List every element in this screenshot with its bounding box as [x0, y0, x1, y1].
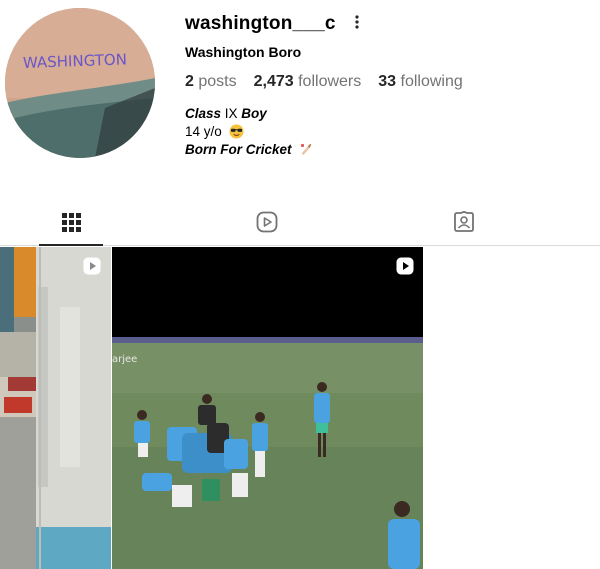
- tab-reels[interactable]: [235, 199, 299, 245]
- bio-line-3: Born For Cricket: [185, 141, 313, 159]
- profile-bio: Class IX Boy 14 y/o Born For Cricket: [185, 105, 313, 159]
- bio-line-1: Class IX Boy: [185, 105, 313, 123]
- bio-line-2: 14 y/o: [185, 123, 313, 141]
- bio-cricket: Born For Cricket: [185, 142, 292, 157]
- post-2-image: [112, 247, 423, 569]
- tab-tagged[interactable]: [432, 199, 496, 245]
- tagged-icon: [454, 211, 474, 232]
- reels-icon: [256, 211, 278, 233]
- post-thumbnail[interactable]: [0, 247, 111, 569]
- followers-count: 2,473: [253, 73, 294, 90]
- following-stat[interactable]: 33 following: [378, 73, 463, 91]
- posts-stat[interactable]: 2 posts: [185, 73, 237, 91]
- following-count: 33: [378, 73, 397, 90]
- profile-username: washington___c: [185, 13, 336, 34]
- profile-stats: 2 posts 2,473 followers 33 following: [185, 73, 463, 91]
- followers-stat[interactable]: 2,473 followers: [254, 73, 362, 91]
- followers-label: followers: [298, 73, 362, 90]
- reel-icon: [396, 257, 414, 275]
- avatar-handwriting: WASHINGTON: [23, 50, 128, 72]
- profile-full-name: Washington Boro: [185, 44, 302, 60]
- video-watermark: arjee: [112, 354, 138, 365]
- post-thumbnail[interactable]: arjee: [112, 247, 423, 569]
- avatar-image: WASHINGTON: [5, 8, 155, 158]
- posts-count: 2: [185, 73, 194, 90]
- profile-tab-bar: [0, 199, 600, 246]
- more-options-icon[interactable]: [352, 14, 362, 32]
- following-label: following: [400, 73, 463, 90]
- posts-label: posts: [198, 73, 237, 90]
- tab-posts[interactable]: [39, 199, 103, 246]
- bio-class-word: Class: [185, 106, 222, 121]
- post-1-image: [0, 247, 111, 569]
- bio-grade: IX: [221, 106, 242, 121]
- cricket-bat-emoji-icon: [301, 143, 312, 156]
- reel-icon: [83, 257, 101, 275]
- profile-avatar[interactable]: WASHINGTON: [5, 8, 155, 158]
- sunglasses-face-emoji-icon: [229, 124, 244, 139]
- bio-age: 14 y/o: [185, 124, 222, 139]
- bio-boy-word: Boy: [241, 106, 267, 121]
- grid-icon: [61, 212, 81, 232]
